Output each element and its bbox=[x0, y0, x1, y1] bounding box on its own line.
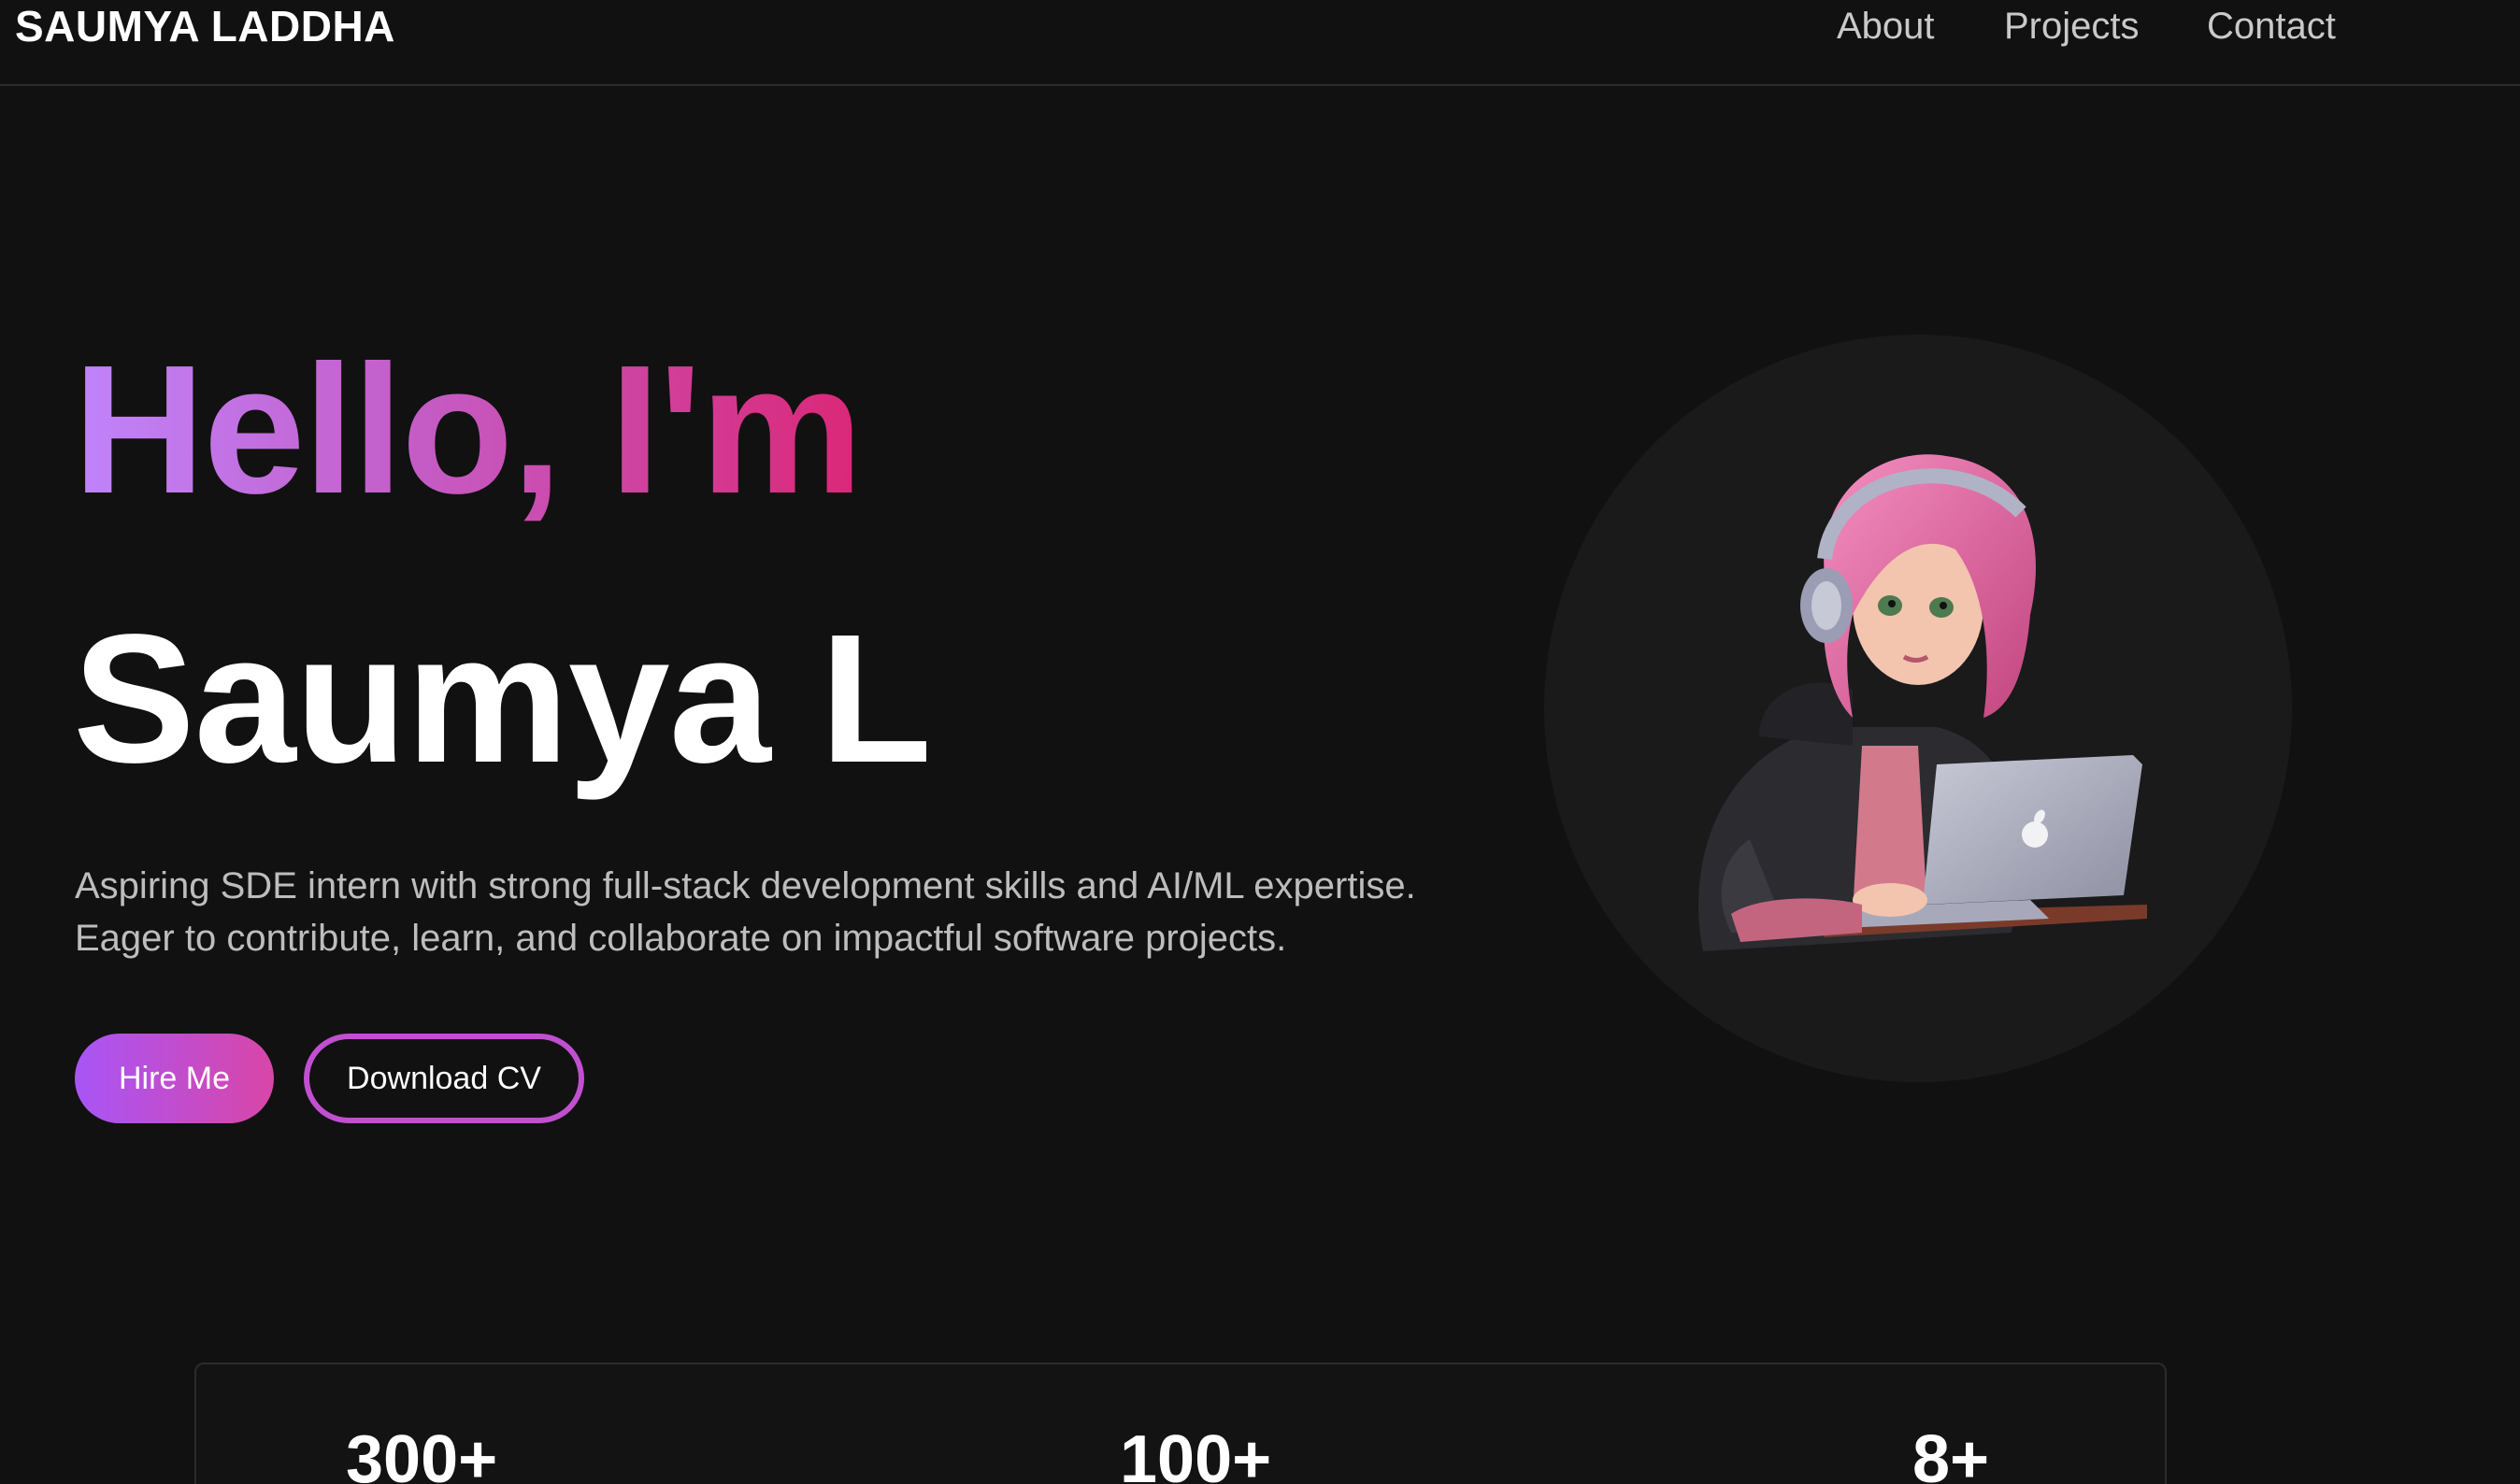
avatar bbox=[1544, 335, 2292, 1082]
hero-name: Saumya L bbox=[73, 596, 932, 801]
nav-link-about[interactable]: About bbox=[1837, 2, 1935, 50]
nav-link-projects[interactable]: Projects bbox=[2004, 2, 2140, 50]
nav-link-contact[interactable]: Contact bbox=[2207, 2, 2336, 50]
girl-with-laptop-illustration-icon bbox=[1698, 454, 2147, 951]
hero-description: Aspiring SDE intern with strong full-sta… bbox=[75, 860, 1589, 964]
top-navbar: SAUMYA LADDHA About Projects Contact bbox=[0, 0, 2520, 86]
brand-logo[interactable]: SAUMYA LADDHA bbox=[15, 0, 395, 52]
hero-greeting: Hello, I'm bbox=[73, 327, 863, 532]
download-cv-button[interactable]: Download CV bbox=[304, 1034, 584, 1123]
stat-value: 8+ bbox=[1912, 1422, 1990, 1484]
hero-description-line-2: Eager to contribute, learn, and collabor… bbox=[75, 918, 1287, 959]
stat-value: 100+ bbox=[1120, 1422, 1272, 1484]
hero-description-line-1: Aspiring SDE intern with strong full-sta… bbox=[75, 865, 1416, 906]
portfolio-page: SAUMYA LADDHA About Projects Contact Hel… bbox=[0, 0, 2520, 1484]
hire-me-button[interactable]: Hire Me bbox=[75, 1034, 274, 1123]
stat-value: 300+ bbox=[346, 1422, 498, 1484]
